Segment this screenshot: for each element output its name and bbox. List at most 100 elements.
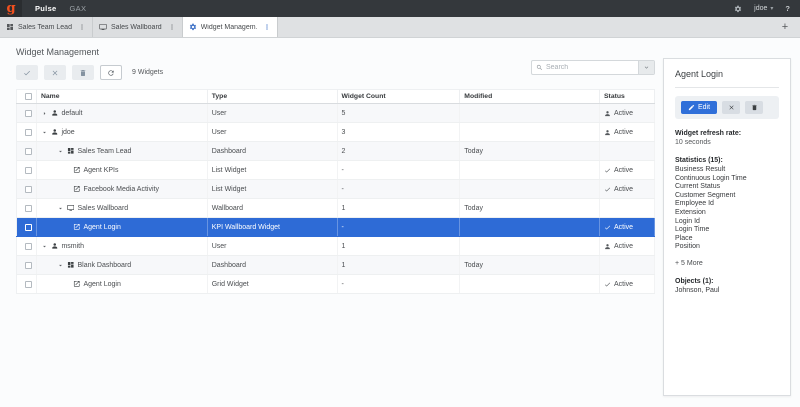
row-modified [460,237,600,256]
select-all-checkbox[interactable] [25,93,32,100]
table-row[interactable]: Blank DashboardDashboard1Today [17,256,655,275]
tab-label: Sales Team Lead [18,24,72,31]
check-icon [604,224,611,231]
tab-sales-wallboard[interactable]: Sales Wallboard [93,17,183,37]
column-header-status[interactable]: Status [600,90,655,104]
disable-widget-button[interactable] [722,101,740,114]
row-widget-count: 1 [337,199,460,218]
table-row[interactable]: msmithUser1Active [17,237,655,256]
help-button[interactable]: ? [785,4,790,13]
column-header-modified[interactable]: Modified [460,90,600,104]
user-icon [604,129,611,136]
disable-button[interactable] [44,65,66,80]
row-type: Dashboard [207,256,337,275]
row-checkbox[interactable] [25,167,32,174]
collapse-arrow-icon[interactable] [57,205,64,212]
kebab-menu-icon[interactable] [263,23,271,31]
edit-button[interactable]: Edit [681,101,717,114]
object-item: Johnson, Paul [675,287,779,294]
brand-tab-pulse[interactable]: Pulse [35,4,57,13]
row-name: Sales Wallboard [77,205,128,212]
status-badge: Active [604,186,654,193]
row-checkbox[interactable] [25,110,32,117]
table-row[interactable]: defaultUser5Active [17,104,655,123]
wallboard-icon [67,204,75,212]
widget-icon [73,280,81,288]
refresh-button[interactable] [100,65,122,80]
tab-label: Sales Wallboard [111,24,162,31]
row-checkbox[interactable] [25,205,32,212]
enable-button[interactable] [16,65,38,80]
tab-widget-management[interactable]: Widget Managem… [183,17,278,37]
close-icon [51,69,59,77]
row-widget-count: - [337,218,460,237]
row-checkbox[interactable] [25,281,32,288]
more-statistics-link[interactable]: + 5 More [675,260,779,267]
trash-icon [751,104,758,111]
table-row[interactable]: Agent LoginGrid Widget-Active [17,275,655,294]
user-name: jdoe [754,5,767,12]
row-checkbox[interactable] [25,224,32,231]
detail-button-group: Edit [675,96,779,119]
collapse-arrow-icon[interactable] [57,262,64,269]
delete-button[interactable] [72,65,94,80]
kebab-menu-icon[interactable] [168,23,176,31]
row-checkbox[interactable] [25,262,32,269]
user-icon [51,109,59,117]
table-row[interactable]: Sales Team LeadDashboard2Today [17,142,655,161]
table-row[interactable]: jdoeUser3Active [17,123,655,142]
tab-sales-team-lead[interactable]: Sales Team Lead [0,17,93,37]
widget-table: Name Type Widget Count Modified Status d… [16,89,655,294]
status-label: Active [614,129,633,136]
add-tab-button[interactable]: + [778,20,792,34]
row-widget-count: - [337,180,460,199]
row-modified [460,180,600,199]
settings-icon[interactable] [734,5,742,13]
row-checkbox[interactable] [25,243,32,250]
table-row[interactable]: Sales WallboardWallboard1Today [17,199,655,218]
collapse-arrow-icon[interactable] [57,148,64,155]
search-box [531,60,655,75]
collapse-arrow-icon[interactable] [41,129,48,136]
statistic-item: Current Status [675,183,779,192]
row-name: Agent Login [83,281,120,288]
table-row[interactable]: Facebook Media ActivityList Widget-Activ… [17,180,655,199]
wallboard-icon [99,23,107,31]
delete-widget-button[interactable] [745,101,763,114]
edit-button-label: Edit [698,104,710,111]
collapse-arrow-icon[interactable] [41,243,48,250]
row-modified: Today [460,199,600,218]
genesys-logo[interactable]: g [0,0,22,17]
user-icon [604,110,611,117]
row-widget-count: - [337,161,460,180]
widget-icon [73,223,81,231]
row-modified [460,104,600,123]
status-label: Active [614,186,633,193]
row-checkbox[interactable] [25,129,32,136]
row-name: Blank Dashboard [77,262,131,269]
user-menu[interactable]: jdoe ▾ [754,5,773,12]
kebab-menu-icon[interactable] [78,23,86,31]
row-type: User [207,104,337,123]
column-header-widget-count[interactable]: Widget Count [337,90,460,104]
column-header-type[interactable]: Type [207,90,337,104]
table-row[interactable]: Agent KPIsList Widget-Active [17,161,655,180]
column-header-name[interactable]: Name [36,90,207,104]
row-name: Sales Team Lead [77,148,131,155]
row-name: Agent KPIs [83,167,118,174]
row-checkbox[interactable] [25,186,32,193]
row-widget-count: 2 [337,142,460,161]
search-input[interactable] [546,64,638,71]
row-checkbox[interactable] [25,148,32,155]
chevron-down-icon [643,64,650,71]
widget-count-label: 9 Widgets [132,69,163,76]
table-row[interactable]: Agent LoginKPI Wallboard Widget-Active [17,218,655,237]
widget-icon [73,185,81,193]
pencil-icon [688,104,695,111]
search-options-button[interactable] [638,61,654,74]
row-widget-count: 3 [337,123,460,142]
expand-arrow-icon[interactable] [41,110,48,117]
row-name: jdoe [61,129,74,136]
statistic-item: Continuous Login Time [675,175,779,184]
brand-tab-gax[interactable]: GAX [70,4,87,13]
